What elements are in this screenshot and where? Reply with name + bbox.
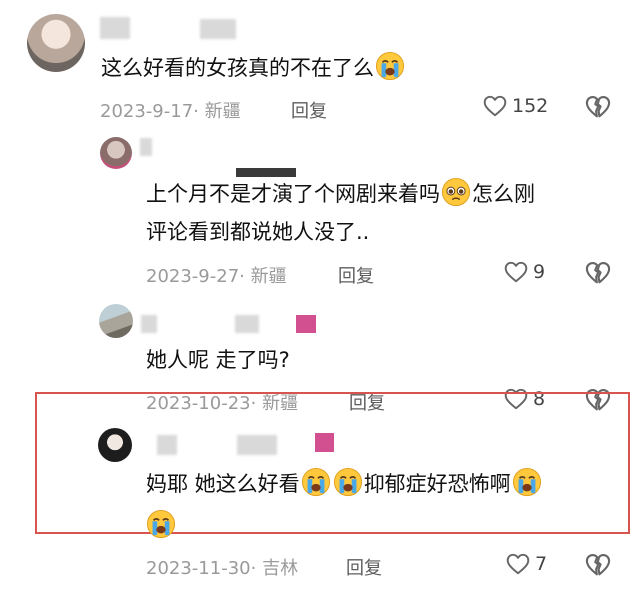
like-count: 152 [512, 95, 549, 117]
crying-face-icon [301, 467, 331, 497]
comment-date: 2023-11-30 [146, 558, 251, 579]
username-blurred [237, 435, 277, 455]
reply-button[interactable]: 回复 [338, 262, 374, 288]
comment-meta: 2023-9-27· 新疆 [146, 266, 287, 287]
comment-location: 吉林 [262, 558, 299, 579]
comment-meta: 2023-9-17· 新疆 [100, 101, 241, 122]
broken-heart-icon[interactable] [584, 551, 612, 579]
username-blurred [140, 138, 152, 156]
broken-heart-icon[interactable] [584, 259, 612, 287]
like-count: 9 [533, 261, 546, 283]
comment-text: 这么好看的女孩真的不在了么 [101, 50, 406, 86]
crying-face-icon [375, 51, 405, 81]
like-button[interactable]: 9 [503, 259, 545, 285]
comment-text: 她人呢 走了吗? [146, 348, 290, 372]
avatar[interactable] [99, 304, 133, 338]
pleading-face-icon [441, 177, 471, 207]
username-blurred [315, 433, 334, 452]
comment-text: 妈耶 她这么好看 抑郁症好恐怖啊 [146, 466, 543, 502]
like-button[interactable]: 7 [505, 551, 547, 577]
comment-text: 上个月不是才演了个网剧来着吗 怎么刚 [146, 176, 535, 212]
highlight-box [35, 392, 630, 534]
like-button[interactable]: 152 [482, 93, 548, 119]
username-blurred [296, 315, 316, 333]
crying-face-icon [333, 467, 363, 497]
username-blurred [200, 19, 236, 39]
comment-text-line2: 评论看到都说她人没了.. [146, 220, 370, 244]
username-blurred [100, 17, 130, 39]
heart-outline-icon [505, 551, 531, 577]
heart-outline-icon [503, 259, 529, 285]
comment-location: 新疆 [204, 101, 241, 122]
reply-button[interactable]: 回复 [346, 554, 382, 580]
username-blurred [141, 315, 157, 333]
reply-button[interactable]: 回复 [291, 97, 327, 123]
comment-date: 2023-9-27 [146, 266, 240, 287]
username-blurred [235, 315, 259, 333]
heart-outline-icon [482, 93, 508, 119]
avatar[interactable] [98, 428, 132, 462]
crying-face-icon [146, 509, 176, 539]
comment-location: 新疆 [250, 266, 287, 287]
avatar[interactable] [100, 137, 132, 169]
broken-heart-icon[interactable] [584, 93, 612, 121]
comment-date: 2023-9-17 [100, 101, 194, 122]
comment-meta: 2023-11-30· 吉林 [146, 558, 299, 579]
like-count: 7 [535, 553, 548, 575]
username-blurred [157, 435, 177, 455]
crying-face-icon [512, 467, 542, 497]
avatar[interactable] [27, 14, 85, 72]
